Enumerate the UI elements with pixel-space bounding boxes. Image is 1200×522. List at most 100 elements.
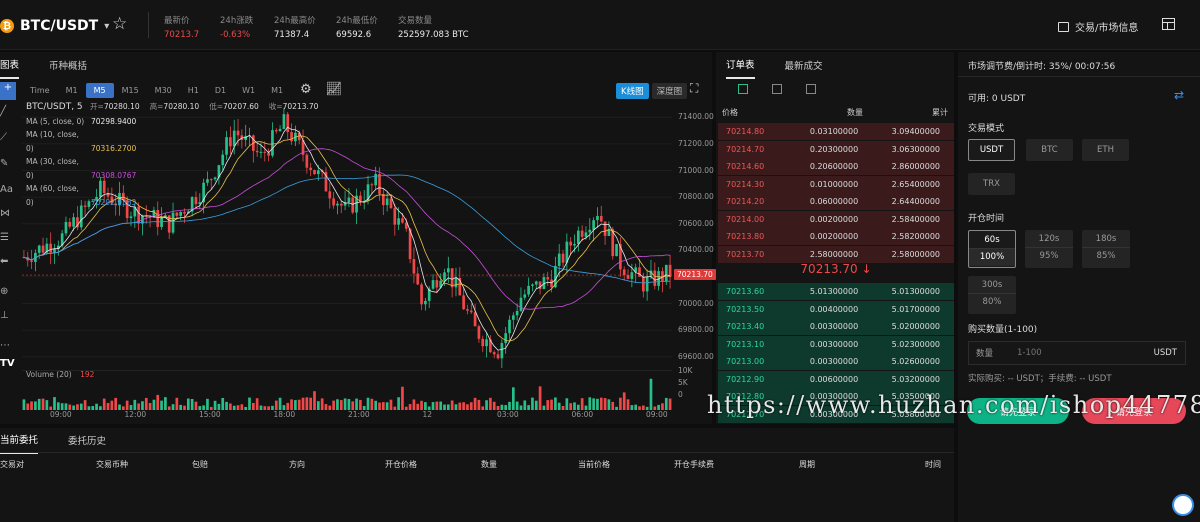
- timeframe-4[interactable]: M30: [147, 83, 180, 98]
- pair-selector[interactable]: ₿ BTC/USDT ▾: [0, 14, 109, 38]
- transfer-icon[interactable]: ⇄: [1174, 88, 1184, 102]
- bid-row[interactable]: 70212.90 0.00600000 5.03200000: [718, 370, 954, 388]
- candle-body: [508, 319, 511, 334]
- timeframe-7[interactable]: W1: [234, 83, 263, 98]
- candle-body: [550, 279, 553, 288]
- zoom-icon[interactable]: ⊕: [0, 286, 14, 297]
- bid-quantity: 0.00400000: [809, 304, 859, 314]
- tab-order-book[interactable]: 订单表: [726, 51, 755, 79]
- depth-view-button[interactable]: 深度图: [651, 83, 688, 99]
- bid-price: 70212.90: [726, 374, 765, 384]
- mode-trx[interactable]: TRX: [968, 173, 1015, 195]
- ask-row[interactable]: 70213.70 2.58000000 2.58000000: [718, 245, 954, 263]
- tab-order-history[interactable]: 委托历史: [68, 427, 106, 453]
- period-option[interactable]: 180s 85%: [1082, 230, 1130, 268]
- tab-chart[interactable]: 图表: [0, 51, 20, 79]
- period-option[interactable]: 300s 80%: [968, 276, 1016, 314]
- both-sides-icon[interactable]: [738, 84, 748, 94]
- ask-row[interactable]: 70214.30 0.01000000 2.65400000: [718, 175, 954, 193]
- favorite-star-icon[interactable]: ☆: [112, 14, 127, 34]
- volume-bar: [141, 401, 144, 410]
- pattern-icon[interactable]: ⋈: [0, 208, 14, 219]
- ask-row[interactable]: 70214.20 0.06000000 2.64400000: [718, 193, 954, 210]
- bid-row[interactable]: 70213.00 0.00300000 5.02600000: [718, 353, 954, 370]
- trend-tool-icon[interactable]: ⟋: [0, 132, 14, 143]
- time-tick: 21:00: [348, 410, 370, 419]
- timeframe-0[interactable]: Time: [22, 83, 58, 98]
- bid-row[interactable]: 70213.60 5.01300000 5.01300000: [718, 283, 954, 300]
- candle-body: [53, 249, 56, 253]
- fib-icon[interactable]: ☰: [0, 232, 14, 243]
- volume-bar: [412, 399, 416, 410]
- ask-row[interactable]: 70214.70 0.20300000 3.06300000: [718, 140, 954, 158]
- candle-body: [424, 300, 427, 305]
- volume-tick: 5K: [678, 378, 688, 387]
- bid-price: 70213.00: [726, 357, 765, 366]
- ask-total: 2.64400000: [891, 197, 940, 206]
- timeframe-2[interactable]: M5: [85, 82, 114, 98]
- volume-legend: Volume (20) 192: [26, 370, 94, 379]
- text-tool-icon[interactable]: Aa: [0, 184, 14, 195]
- candle-body: [511, 315, 515, 320]
- candle-body: [569, 241, 573, 246]
- ohlc-key: 低=: [209, 102, 224, 111]
- volume-bar: [106, 402, 110, 410]
- more-icon[interactable]: ⋯: [0, 340, 14, 351]
- period-option[interactable]: 60s 100%: [968, 230, 1016, 268]
- candle-body: [175, 212, 179, 216]
- volume-bar: [366, 397, 370, 410]
- quantity-input[interactable]: [1017, 348, 1147, 358]
- candle-body: [615, 244, 618, 257]
- bid-row[interactable]: 70213.10 0.00300000 5.02300000: [718, 335, 954, 353]
- crosshair-icon[interactable]: +: [0, 82, 16, 100]
- quantity-field[interactable]: 数量 USDT: [968, 341, 1186, 365]
- mode-usdt[interactable]: USDT: [968, 139, 1015, 161]
- time-tick: 09:00: [646, 410, 668, 419]
- layout-icon[interactable]: [1162, 18, 1175, 30]
- tab-coin-overview[interactable]: 币种概括: [49, 52, 87, 78]
- ask-row[interactable]: 70213.80 0.00200000 2.58200000: [718, 228, 954, 245]
- ask-row[interactable]: 70214.60 0.20600000 2.86000000: [718, 158, 954, 175]
- bid-quantity: 0.00300000: [809, 339, 859, 349]
- bid-row[interactable]: 70213.50 0.00400000 5.01700000: [718, 300, 954, 318]
- tab-recent-trades[interactable]: 最新成交: [785, 52, 823, 78]
- bids-only-icon[interactable]: [772, 84, 782, 94]
- timeframe-6[interactable]: D1: [207, 83, 234, 98]
- bid-total: 5.02600000: [891, 357, 940, 366]
- orders-col-header: 开仓价格: [385, 460, 417, 469]
- volume-bar: [339, 400, 343, 410]
- fullscreen-icon[interactable]: ⛶: [690, 81, 698, 96]
- timeframe-1[interactable]: M1: [58, 83, 86, 98]
- arrow-icon[interactable]: ⬅: [0, 256, 14, 267]
- ma-row: MA (5, close, 0) 70298.9400: [26, 115, 333, 129]
- indicator-icon[interactable]: 📈︎: [326, 82, 343, 97]
- chevron-down-icon: ▾: [104, 20, 110, 32]
- timeframe-8[interactable]: M1: [263, 83, 291, 98]
- price-tick: 70600.00: [678, 218, 714, 228]
- period-option[interactable]: 120s 95%: [1025, 230, 1073, 268]
- settings-gear-icon[interactable]: ⚙: [300, 82, 312, 97]
- market-info-button[interactable]: 交易/市场信息: [1058, 19, 1138, 34]
- brush-icon[interactable]: ✎: [0, 158, 14, 169]
- mode-eth[interactable]: ETH: [1082, 139, 1129, 161]
- timeframe-3[interactable]: M15: [114, 83, 147, 98]
- ask-row[interactable]: 70214.80 0.03100000 3.09400000: [718, 123, 954, 140]
- asks-only-icon[interactable]: [806, 84, 816, 94]
- candle-body: [588, 229, 592, 233]
- bid-quantity: 5.01300000: [809, 287, 859, 296]
- ask-total: 2.58000000: [891, 249, 940, 259]
- mode-btc[interactable]: BTC: [1026, 139, 1073, 161]
- bid-row[interactable]: 70213.40 0.00300000 5.02000000: [718, 318, 954, 335]
- tab-current-orders[interactable]: 当前委托: [0, 426, 39, 454]
- measure-icon[interactable]: ⊥: [0, 310, 14, 321]
- volume-bar: [477, 399, 481, 410]
- volume-bar: [60, 403, 64, 410]
- header-total: 累计: [932, 108, 948, 117]
- current-price-tag: 70213.70: [674, 269, 716, 281]
- line-tool-icon[interactable]: ╱: [0, 106, 14, 117]
- volume-bar: [565, 398, 569, 410]
- timeframe-5[interactable]: H1: [180, 83, 207, 98]
- kline-view-button[interactable]: K线图: [616, 83, 649, 99]
- ask-row[interactable]: 70214.00 0.00200000 2.58400000: [718, 210, 954, 228]
- candle-body: [389, 198, 393, 209]
